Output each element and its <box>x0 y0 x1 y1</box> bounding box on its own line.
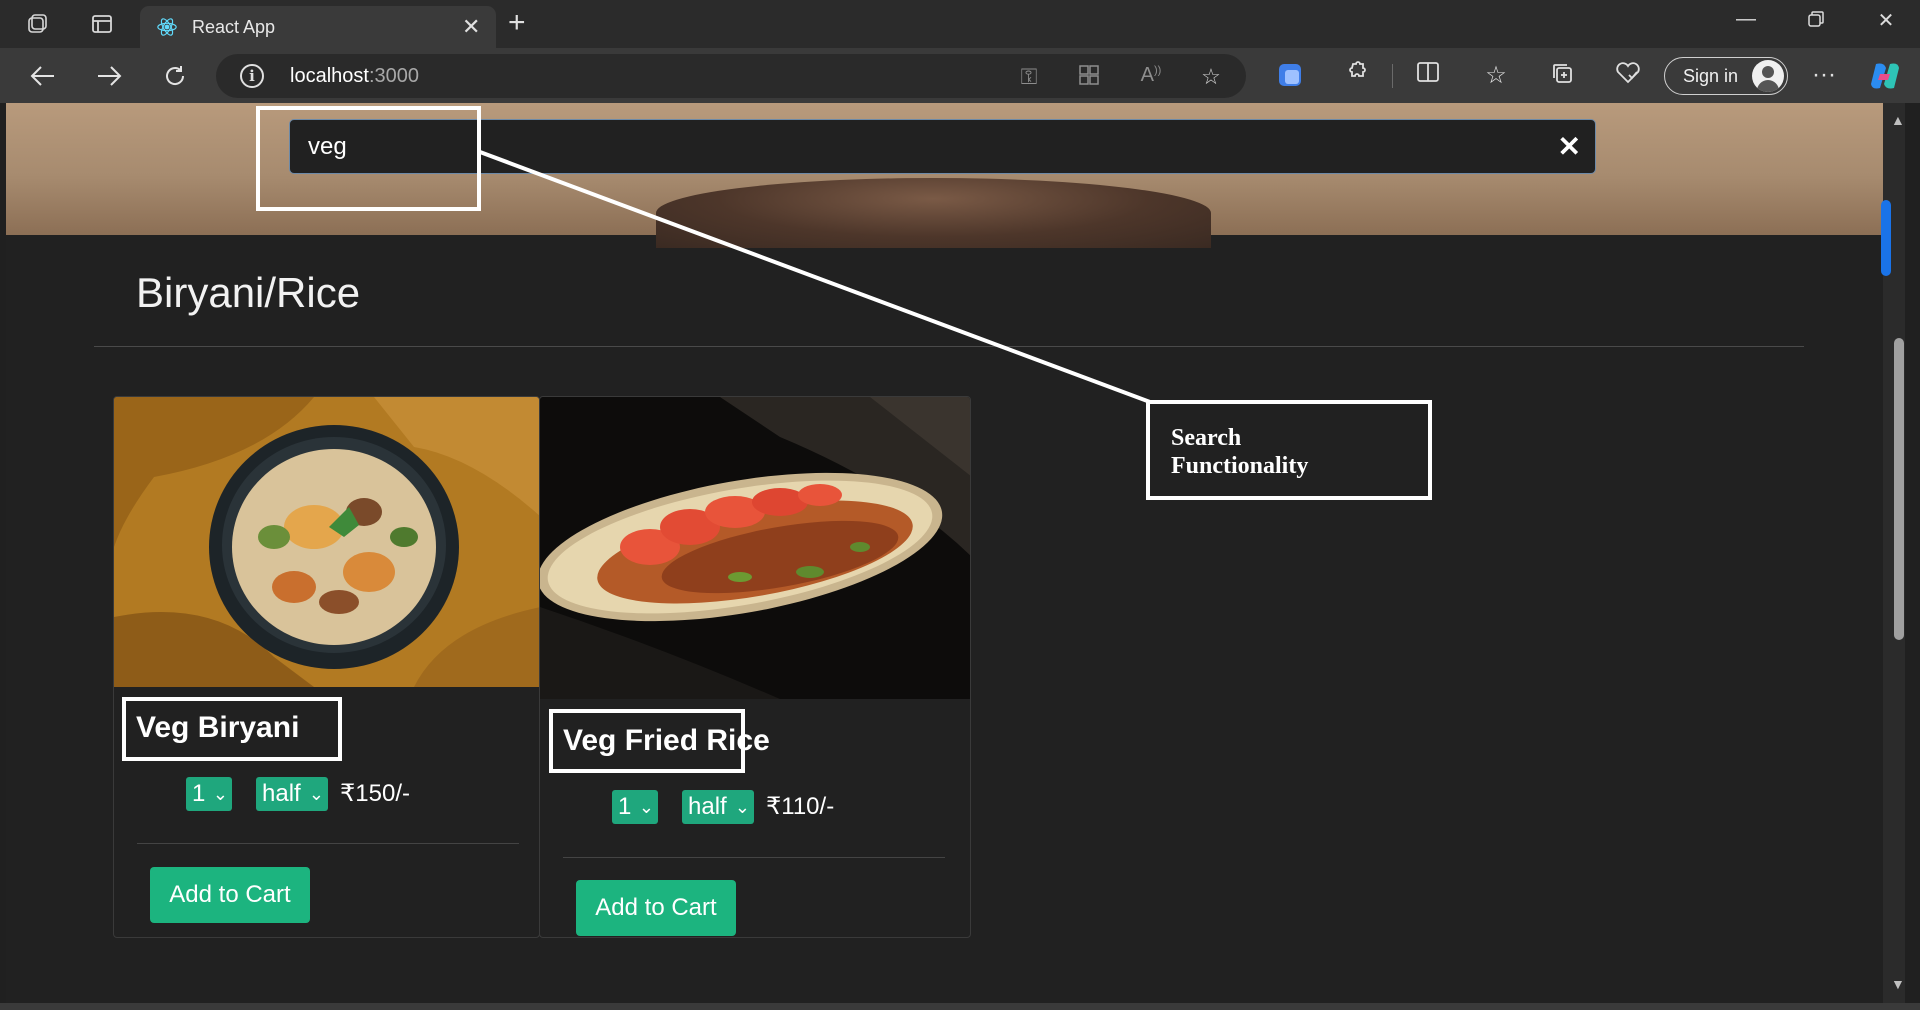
category-divider <box>94 346 1804 347</box>
tab-title: React App <box>192 17 276 37</box>
browser-toolbar: i localhost:3000 ⚿ A)) ☆ ☆ Sign in ··· <box>0 48 1920 103</box>
apps-icon[interactable] <box>1076 64 1102 92</box>
add-to-cart-button[interactable]: Add to Cart <box>576 880 736 936</box>
chevron-down-icon: ⌄ <box>308 784 324 804</box>
avatar <box>1752 60 1784 92</box>
close-tab-icon[interactable]: ✕ <box>462 14 480 40</box>
toolbar-separator <box>1392 64 1393 88</box>
food-card: Veg Biryani 1 ⌄ half ⌄ ₹150/- Add to Cart <box>113 396 540 938</box>
new-tab-icon[interactable]: + <box>508 6 526 40</box>
read-aloud-icon[interactable]: A)) <box>1138 64 1164 87</box>
more-options-icon[interactable]: ··· <box>1808 61 1840 89</box>
copilot-icon[interactable] <box>1868 60 1902 92</box>
card-divider <box>137 843 519 844</box>
item-price: ₹150/- <box>340 780 410 807</box>
category-title: Biryani/Rice <box>136 269 361 316</box>
chevron-down-icon: ⌄ <box>638 797 654 817</box>
chevron-down-icon: ⌄ <box>212 784 228 804</box>
chevron-down-icon: ⌄ <box>734 797 750 817</box>
url-text[interactable]: localhost:3000 <box>290 65 419 88</box>
sign-in-button[interactable]: Sign in <box>1664 57 1788 95</box>
item-name: Veg Biryani <box>136 711 300 744</box>
search-box[interactable]: ✕ <box>289 119 1596 174</box>
scroll-position-indicator <box>1881 200 1891 276</box>
annotation-line2: Functionality <box>1171 453 1309 479</box>
item-name: Veg Fried Rice <box>563 724 770 757</box>
sign-in-label: Sign in <box>1683 66 1739 86</box>
page-viewport: ✕ Biryani/Rice Veg Biryani 1⌄ <box>6 103 1883 1003</box>
size-select[interactable]: half ⌄ <box>682 790 754 824</box>
annotation-line1: Search <box>1171 425 1242 451</box>
refresh-icon[interactable] <box>160 61 190 91</box>
size-select[interactable]: half ⌄ <box>256 777 328 811</box>
tab-react-app[interactable]: React App ✕ <box>140 6 496 48</box>
forward-icon[interactable] <box>94 61 124 91</box>
search-highlight-box <box>256 106 481 211</box>
banner-food-image <box>656 178 1211 248</box>
browser-essentials-icon[interactable] <box>1612 61 1644 92</box>
restore-icon[interactable] <box>1796 10 1836 34</box>
veg-biryani-image <box>114 397 539 687</box>
key-icon[interactable]: ⚿ <box>1016 64 1042 90</box>
favorite-star-icon[interactable]: ☆ <box>1198 64 1224 90</box>
clear-search-icon[interactable]: ✕ <box>1558 130 1581 163</box>
minimize-icon[interactable]: — <box>1726 8 1766 31</box>
extensions-icon[interactable] <box>1340 61 1372 92</box>
card-divider <box>563 857 945 858</box>
tab-actions-icon[interactable] <box>88 10 116 38</box>
address-bar[interactable]: i localhost:3000 ⚿ A)) ☆ <box>216 54 1246 98</box>
quantity-select[interactable]: 1 ⌄ <box>612 790 658 824</box>
workspaces-icon[interactable] <box>24 10 52 38</box>
site-info-icon[interactable]: i <box>240 64 264 88</box>
back-icon[interactable] <box>28 61 58 91</box>
title-bar: React App ✕ + — ✕ <box>0 0 1920 48</box>
favorites-icon[interactable]: ☆ <box>1480 61 1512 90</box>
scrollbar-thumb[interactable] <box>1894 338 1904 640</box>
veg-fried-rice-image <box>540 397 970 699</box>
food-card: Veg Fried Rice 1 ⌄ half ⌄ ₹110/- Add to Ca… <box>539 396 971 938</box>
scroll-up-icon[interactable]: ▲ <box>1891 112 1905 128</box>
quantity-select[interactable]: 1 ⌄ <box>186 777 232 811</box>
add-to-cart-button[interactable]: Add to Cart <box>150 867 310 923</box>
scroll-down-icon[interactable]: ▼ <box>1891 976 1905 992</box>
react-icon <box>157 18 177 36</box>
close-window-icon[interactable]: ✕ <box>1866 8 1906 33</box>
collections-icon[interactable] <box>1546 61 1578 92</box>
annotation-label: Search Functionality <box>1146 400 1432 500</box>
split-screen-icon[interactable] <box>1412 61 1444 90</box>
item-price: ₹110/- <box>766 793 835 820</box>
window-bottom-edge <box>0 1003 1920 1010</box>
extension-app-icon[interactable] <box>1274 62 1306 95</box>
